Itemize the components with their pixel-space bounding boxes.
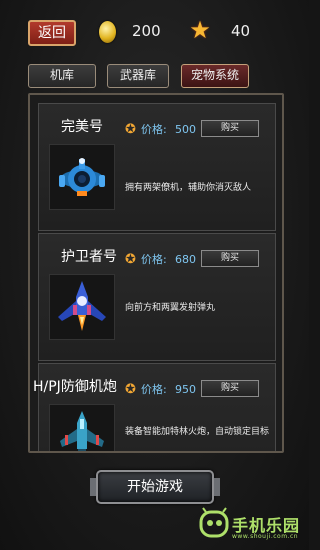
- item-name: 护卫者号: [61, 249, 117, 265]
- coin-count: 200: [132, 22, 161, 40]
- watermark-url: www.shouji.com.cn: [232, 533, 299, 540]
- star-count: 40: [231, 22, 251, 40]
- gold-coin-icon: [99, 21, 116, 43]
- back-button[interactable]: 返回: [28, 20, 76, 46]
- tab-pet-system[interactable]: 宠物系统: [181, 64, 249, 88]
- price-label: 价格:: [141, 123, 167, 136]
- list-item: H/PJ防御机炮 ✪ 价格: 950 购买 装备智能加特林火炮，自动锁定目标: [33, 363, 276, 451]
- pet-ship-image: [49, 404, 115, 451]
- pet-list-panel[interactable]: 完美号 ✪ 价格: 500 购买 拥有两架僚机，辅助你消灭敌人 护卫者号 ✪ 价…: [28, 93, 284, 453]
- list-item: 护卫者号 ✪ 价格: 680 购买 向前方和两翼发射弹丸: [38, 233, 276, 361]
- buy-button[interactable]: 购买: [201, 250, 259, 267]
- price-label: 价格:: [141, 383, 167, 396]
- pet-ship-image: [49, 144, 115, 210]
- list-item: 完美号 ✪ 价格: 500 购买 拥有两架僚机，辅助你消灭敌人: [38, 103, 276, 231]
- item-name: H/PJ防御机炮: [33, 379, 117, 395]
- item-description: 装备智能加特林火炮，自动锁定目标: [125, 427, 270, 437]
- price-value: 680: [175, 253, 196, 266]
- pet-ship-image: [49, 274, 115, 340]
- buy-button[interactable]: 购买: [201, 380, 259, 397]
- star-medal-icon: ★: [189, 16, 211, 44]
- price-value: 950: [175, 383, 196, 396]
- medal-icon: ✪: [125, 252, 136, 267]
- price-label: 价格:: [141, 253, 167, 266]
- item-name: 完美号: [61, 119, 103, 135]
- tab-bar: 机库 武器库 宠物系统: [0, 64, 309, 92]
- watermark-logo-icon: [199, 507, 229, 538]
- item-description: 拥有两架僚机，辅助你消灭敌人: [125, 183, 252, 193]
- medal-icon: ✪: [125, 122, 136, 137]
- item-description: 向前方和两翼发射弹丸: [125, 303, 216, 313]
- start-game-button[interactable]: 开始游戏: [90, 470, 220, 504]
- buy-button[interactable]: 购买: [201, 120, 259, 137]
- price-value: 500: [175, 123, 196, 136]
- top-bar: 返回 200 ★ 40: [0, 0, 309, 62]
- tab-hangar[interactable]: 机库: [28, 64, 96, 88]
- medal-icon: ✪: [125, 382, 136, 397]
- tab-armory[interactable]: 武器库: [107, 64, 169, 88]
